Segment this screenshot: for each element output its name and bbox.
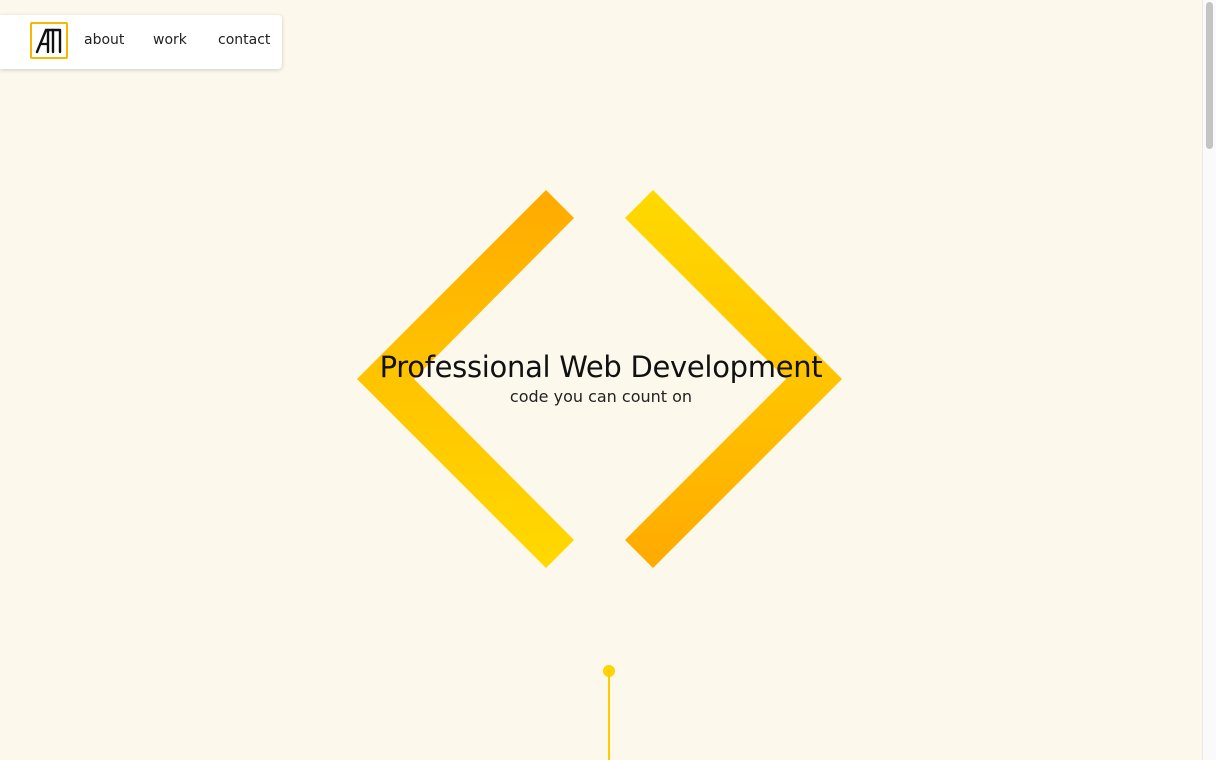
scroll-down-indicator-icon[interactable] <box>597 660 621 760</box>
page: about work contact Professional Web Deve… <box>0 0 1216 760</box>
hero-subtitle: code you can count on <box>509 387 693 406</box>
hero-title: Professional Web Development <box>379 350 823 384</box>
vertical-scrollbar[interactable] <box>1202 0 1216 760</box>
nav-link-contact[interactable]: contact <box>218 32 270 48</box>
nav-link-work[interactable]: work <box>153 32 187 48</box>
ap-monogram-logo-icon <box>35 28 62 54</box>
site-logo[interactable] <box>30 22 68 59</box>
nav-link-about[interactable]: about <box>84 32 124 48</box>
scrollbar-thumb[interactable] <box>1206 2 1213 149</box>
top-navigation: about work contact <box>0 15 282 69</box>
